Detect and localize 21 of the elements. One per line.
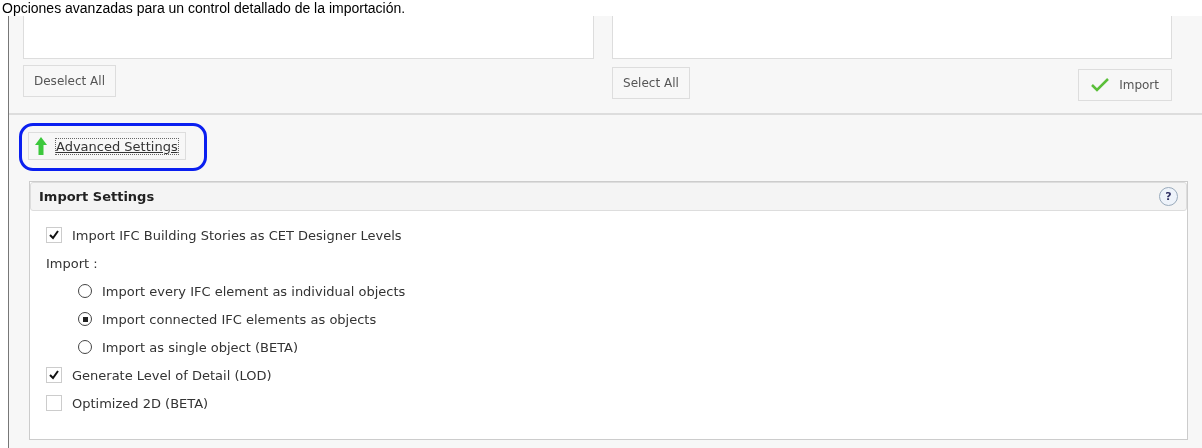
checkbox-label: Optimized 2D (BETA) [72,395,209,411]
import-button[interactable]: Import [1078,69,1172,101]
radio-button[interactable] [78,284,92,298]
caption-text: Opciones avanzadas para un control detallado de la importación. [1,0,407,16]
checkbox[interactable] [46,395,62,411]
advanced-settings-button[interactable]: Advanced Settings [28,132,186,160]
checkbox[interactable] [46,367,62,383]
checkbox-label: Import IFC Building Stories as CET Designer Levels [72,227,402,243]
checkbox-label: Generate Level of Detail (LOD) [72,367,272,383]
select-all-button[interactable]: Select All [612,67,690,99]
radio-button[interactable] [78,312,92,326]
radio-label: Import every IFC element as individual objects [102,283,406,299]
group-title: Import Settings [39,189,155,204]
check-icon [1091,78,1110,92]
section-label: Import : [46,255,98,271]
radio-button[interactable] [78,340,92,354]
radio-label: Import as single object (BETA) [102,339,299,355]
radio-label: Import connected IFC elements as objects [102,311,377,327]
help-button[interactable]: ? [1159,187,1178,206]
checkbox[interactable] [46,227,62,243]
deselect-all-button[interactable]: Deselect All [23,65,116,97]
